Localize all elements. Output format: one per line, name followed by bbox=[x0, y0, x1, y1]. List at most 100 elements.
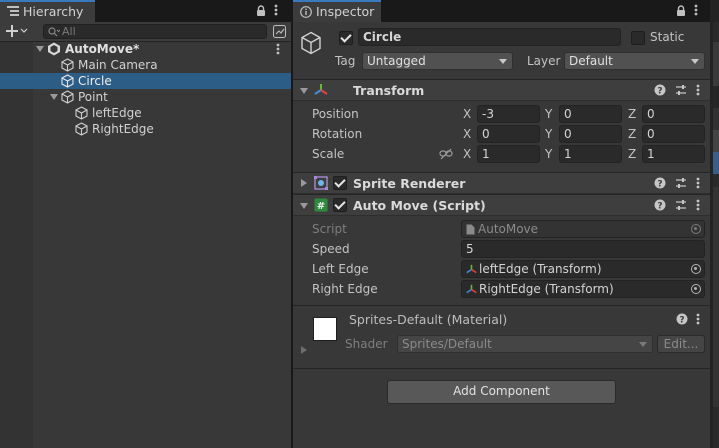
position-label: Position bbox=[312, 107, 359, 121]
search-input[interactable]: All bbox=[43, 24, 267, 39]
speed-label: Speed bbox=[312, 242, 350, 256]
inspector-panel: Circle Static Tag Untagged Layer Default… bbox=[293, 22, 710, 448]
hierarchy-panel: All AutoMove* Main Camera Circle Point l… bbox=[0, 22, 291, 448]
preset-sliders-icon[interactable] bbox=[675, 177, 687, 189]
auto-move-foldout-arrow[interactable] bbox=[300, 203, 308, 209]
shader-dropdown: Sprites/Default bbox=[397, 335, 653, 353]
rotation-y-field[interactable]: 0 bbox=[559, 125, 622, 143]
preset-sliders-icon[interactable] bbox=[675, 84, 687, 96]
material-title: Sprites-Default (Material) bbox=[349, 312, 508, 327]
more-options-icon[interactable] bbox=[274, 4, 278, 16]
svg-text:#: # bbox=[317, 201, 325, 212]
layer-value: Default bbox=[569, 54, 613, 68]
hierarchy-item-main-camera[interactable]: Main Camera bbox=[0, 57, 291, 73]
chevron-down-icon bbox=[691, 59, 699, 64]
scene-menu-icon[interactable] bbox=[276, 43, 280, 55]
axis-x-label[interactable]: X bbox=[463, 126, 471, 142]
more-options-icon[interactable] bbox=[694, 4, 698, 16]
add-component-button[interactable]: Add Component bbox=[387, 380, 616, 404]
gameobject-cube-icon bbox=[61, 58, 74, 72]
script-label: Script bbox=[312, 222, 347, 236]
sprite-renderer-enabled-checkbox[interactable] bbox=[333, 176, 347, 190]
layer-dropdown[interactable]: Default bbox=[564, 52, 705, 70]
lock-icon[interactable] bbox=[256, 4, 266, 16]
transform-header[interactable]: Transform ? bbox=[293, 79, 710, 101]
object-name-field[interactable]: Circle bbox=[358, 28, 621, 46]
sprite-renderer-header[interactable]: Sprite Renderer ? bbox=[293, 172, 710, 194]
axis-y-label[interactable]: Y bbox=[545, 106, 552, 122]
tag-dropdown[interactable]: Untagged bbox=[362, 52, 513, 70]
script-value: AutoMove bbox=[478, 222, 539, 236]
tab-inspector[interactable]: Inspector bbox=[293, 0, 381, 22]
object-picker-icon[interactable] bbox=[691, 264, 701, 274]
preset-sliders-icon[interactable] bbox=[675, 199, 687, 211]
static-label: Static bbox=[650, 30, 685, 44]
help-icon[interactable]: ? bbox=[654, 177, 666, 189]
axis-y-label[interactable]: Y bbox=[545, 126, 552, 142]
axis-z-label[interactable]: Z bbox=[628, 126, 636, 142]
axis-z-label[interactable]: Z bbox=[628, 106, 636, 122]
axis-y-label[interactable]: Y bbox=[545, 146, 552, 162]
static-checkbox[interactable] bbox=[631, 31, 645, 45]
scale-y-field[interactable]: 1 bbox=[559, 145, 622, 163]
scene-expand-arrow[interactable] bbox=[36, 46, 44, 52]
help-icon[interactable]: ? bbox=[676, 313, 688, 325]
material-foldout-arrow[interactable] bbox=[301, 346, 307, 354]
transform-icon bbox=[466, 284, 477, 295]
rotation-z-field[interactable]: 0 bbox=[642, 125, 705, 143]
help-icon[interactable]: ? bbox=[654, 84, 666, 96]
transform-title: Transform bbox=[353, 83, 425, 98]
sprite-renderer-foldout-arrow[interactable] bbox=[301, 179, 307, 187]
axis-x-label[interactable]: X bbox=[463, 146, 471, 162]
gameobject-icon bbox=[300, 31, 322, 55]
scale-z-field[interactable]: 1 bbox=[642, 145, 705, 163]
point-expand-arrow[interactable] bbox=[50, 94, 58, 100]
tag-value: Untagged bbox=[367, 54, 426, 68]
speed-field[interactable]: 5 bbox=[461, 240, 705, 258]
left-edge-field[interactable]: leftEdge (Transform) bbox=[461, 260, 705, 278]
axis-x-label[interactable]: X bbox=[463, 106, 471, 122]
lock-icon[interactable] bbox=[676, 4, 686, 16]
gameobject-cube-icon bbox=[61, 74, 74, 88]
hierarchy-item-rightedge[interactable]: RightEdge bbox=[0, 121, 291, 137]
svg-text:?: ? bbox=[657, 180, 662, 190]
scene-row[interactable]: AutoMove* bbox=[0, 41, 291, 57]
tab-hierarchy[interactable]: Hierarchy bbox=[0, 0, 95, 22]
position-x-field[interactable]: -3 bbox=[477, 105, 540, 123]
script-file-icon bbox=[466, 224, 475, 235]
hierarchy-toolbar: All bbox=[0, 22, 291, 42]
component-menu-icon[interactable] bbox=[696, 84, 700, 96]
position-z-field[interactable]: 0 bbox=[642, 105, 705, 123]
component-menu-icon[interactable] bbox=[696, 199, 700, 211]
position-y-field[interactable]: 0 bbox=[559, 105, 622, 123]
search-placeholder: All bbox=[62, 25, 76, 38]
right-edge-field[interactable]: RightEdge (Transform) bbox=[461, 280, 705, 298]
object-picker-icon bbox=[691, 224, 701, 234]
left-edge-label: Left Edge bbox=[312, 262, 369, 276]
csharp-script-icon: # bbox=[314, 198, 328, 212]
active-checkbox[interactable] bbox=[339, 31, 353, 45]
script-field: AutoMove bbox=[461, 220, 705, 238]
scale-x-field[interactable]: 1 bbox=[477, 145, 540, 163]
rotation-label: Rotation bbox=[312, 127, 363, 141]
constrain-proportions-link-icon[interactable] bbox=[439, 148, 453, 160]
hierarchy-item-leftedge[interactable]: leftEdge bbox=[0, 105, 291, 121]
scene-visibility-icon[interactable] bbox=[273, 25, 286, 38]
help-icon[interactable]: ? bbox=[654, 199, 666, 211]
rotation-x-field[interactable]: 0 bbox=[477, 125, 540, 143]
hierarchy-item-point[interactable]: Point bbox=[0, 89, 291, 105]
hierarchy-item-circle[interactable]: Circle bbox=[0, 73, 291, 89]
edit-shader-button[interactable]: Edit... bbox=[657, 335, 705, 353]
component-menu-icon[interactable] bbox=[696, 313, 700, 325]
transform-foldout-arrow[interactable] bbox=[300, 88, 308, 94]
hierarchy-item-label: Point bbox=[78, 90, 108, 104]
hierarchy-item-label: Circle bbox=[78, 74, 112, 88]
object-picker-icon[interactable] bbox=[691, 284, 701, 294]
axis-z-label[interactable]: Z bbox=[628, 146, 636, 162]
auto-move-enabled-checkbox[interactable] bbox=[333, 198, 347, 212]
auto-move-header[interactable]: # Auto Move (Script) ? bbox=[293, 194, 710, 216]
shader-value: Sprites/Default bbox=[402, 337, 492, 351]
transform-icon bbox=[314, 83, 328, 97]
component-menu-icon[interactable] bbox=[696, 177, 700, 189]
create-plus-button[interactable] bbox=[6, 24, 28, 38]
